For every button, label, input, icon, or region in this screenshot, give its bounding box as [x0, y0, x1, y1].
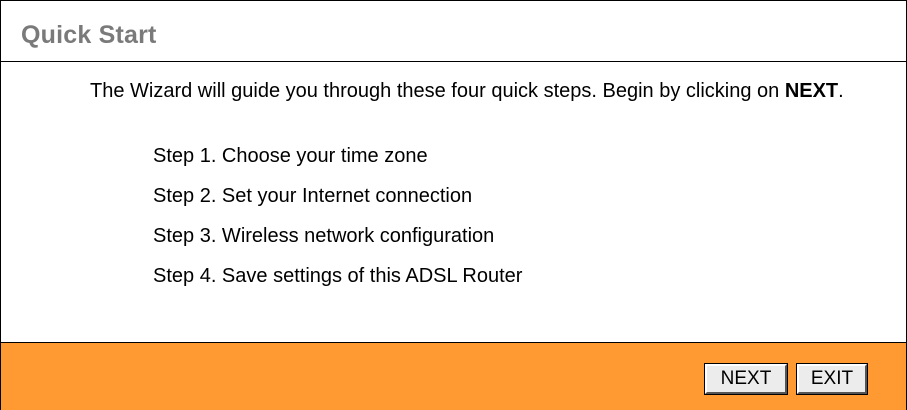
quick-start-window: Quick Start The Wizard will guide you th… [0, 0, 907, 410]
step-item: Step 1. Choose your time zone [153, 145, 428, 167]
header-bar: Quick Start [1, 1, 906, 62]
footer-bar: NEXT EXIT [1, 342, 906, 410]
intro-text: The Wizard will guide you through these … [90, 80, 780, 102]
wizard-content: The Wizard will guide you through these … [1, 62, 906, 342]
step-item: Step 3. Wireless network configuration [153, 225, 495, 247]
steps-list: Step 1. Choose your time zone Step 2. Se… [153, 140, 522, 300]
intro-period: . [838, 80, 844, 102]
step-item: Step 4. Save settings of this ADSL Route… [153, 265, 523, 287]
page-title: Quick Start [21, 21, 157, 49]
intro-next-emphasis: NEXT [784, 80, 839, 102]
step-item: Step 2. Set your Internet connection [153, 185, 473, 207]
exit-button[interactable]: EXIT [796, 363, 868, 395]
intro-paragraph: The Wizard will guide you through these … [90, 78, 880, 104]
next-button[interactable]: NEXT [704, 363, 788, 395]
